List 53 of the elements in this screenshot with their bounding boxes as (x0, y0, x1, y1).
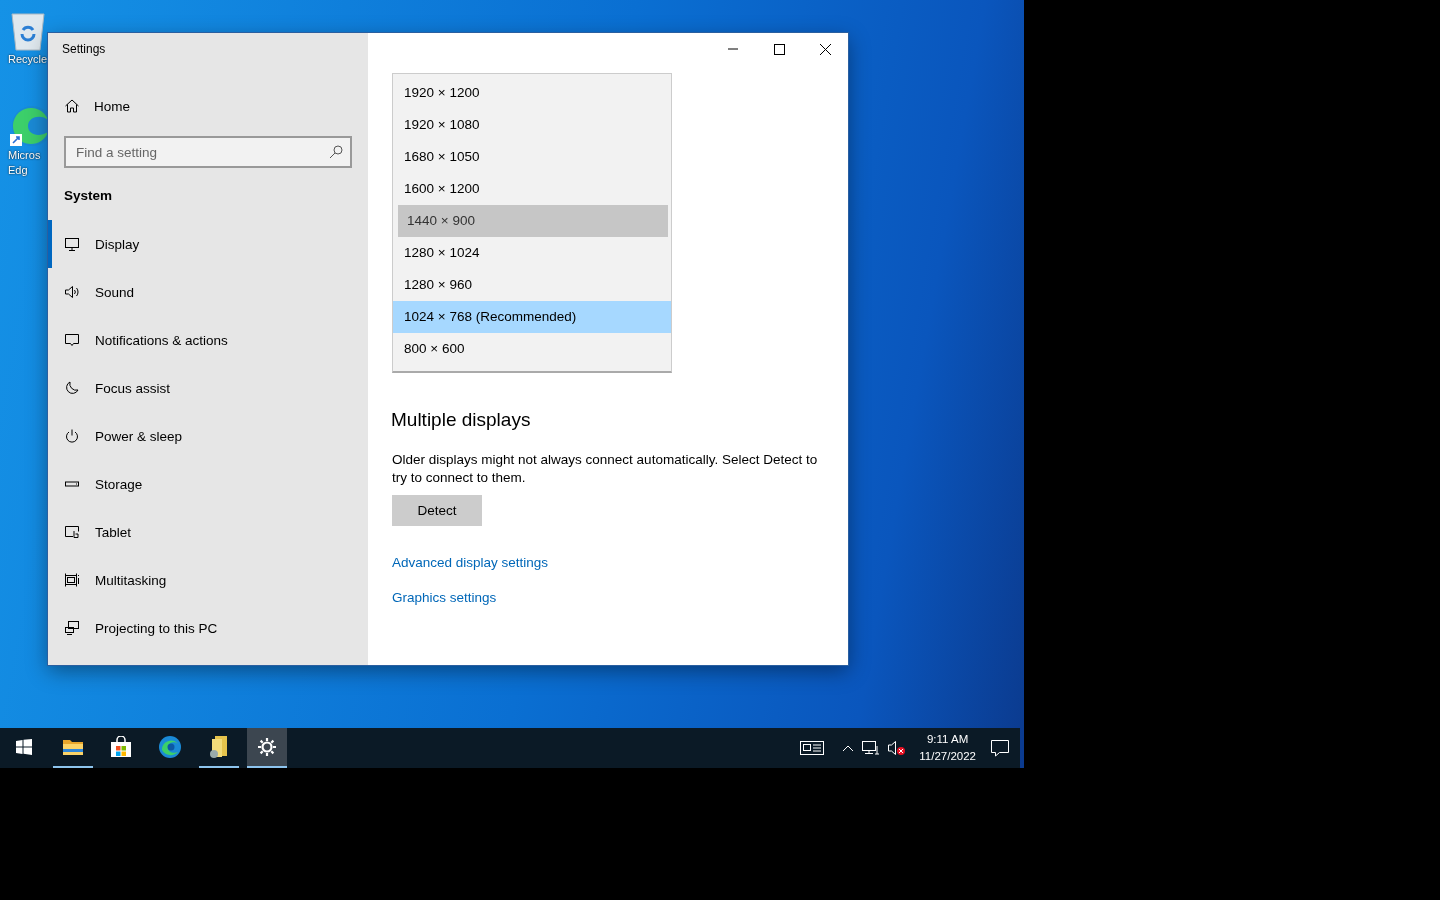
icon-label: Recycle (8, 52, 48, 67)
dropdown-option[interactable]: 1280 × 1024 (393, 237, 671, 269)
edge-browser-icon (158, 735, 182, 759)
shopping-bag-icon (110, 736, 132, 758)
search-field[interactable]: Find a setting (64, 136, 352, 168)
message-icon (64, 332, 80, 348)
nav-item[interactable]: Display (48, 220, 150, 268)
window-title: Settings (61, 41, 107, 58)
taskbar-button[interactable] (247, 728, 287, 768)
detect-button[interactable]: Detect (392, 495, 482, 526)
network-icon (861, 740, 882, 756)
moon-icon (64, 380, 80, 396)
nav-item[interactable]: Storage (48, 460, 153, 508)
nav-item[interactable]: Multitasking (48, 556, 177, 604)
icon-label: Micros (8, 148, 41, 163)
monitor-icon (64, 236, 80, 252)
multitasking-icon (64, 572, 80, 588)
dropdown-option[interactable]: 1680 × 1050 (393, 141, 671, 173)
volume-muted-icon[interactable] (887, 740, 908, 756)
description-text: Older displays might not always connect automatically. Select Detect to try to connect to them. (392, 451, 819, 487)
dropdown-option[interactable]: 800 × 600 (393, 333, 671, 365)
dropdown-option[interactable]: 1920 × 1200 (393, 77, 671, 109)
notification-icon (990, 739, 1010, 757)
windows-logo-icon (16, 739, 32, 755)
clock-date[interactable]: 11/27/2022 (919, 748, 976, 765)
home-link[interactable]: Home (64, 90, 136, 122)
settings-icon (257, 737, 277, 757)
projector-screen-icon (64, 620, 80, 636)
folder-icon (62, 738, 84, 756)
dropdown-option[interactable]: 1440 × 900 (398, 205, 668, 237)
nav-item[interactable]: Notifications & actions (48, 316, 238, 364)
power-icon (64, 428, 80, 444)
section-heading: System (64, 188, 113, 205)
section-heading: Multiple displays (391, 409, 532, 431)
dropdown-option[interactable]: 1920 × 1080 (393, 109, 671, 141)
speaker-icon (64, 284, 80, 300)
nav-item[interactable]: Focus assist (48, 364, 181, 412)
icon-label: Edg (8, 163, 28, 178)
home-icon (64, 98, 80, 114)
dropdown-option[interactable]: 1280 × 960 (393, 269, 671, 301)
news-icon (799, 739, 826, 757)
search-icon (329, 145, 343, 159)
nav-item[interactable]: Sound (48, 268, 145, 316)
settings-link[interactable]: Advanced display settings (392, 555, 549, 570)
nav-item[interactable]: Tablet (48, 508, 142, 556)
nav-item[interactable]: Power & sleep (48, 412, 193, 460)
dropdown-option[interactable]: 1024 × 768 (Recommended) (393, 301, 671, 333)
settings-link[interactable]: Graphics settings (392, 590, 497, 605)
tablet-touch-icon (64, 524, 80, 540)
dropdown-option[interactable]: 1600 × 1200 (393, 173, 671, 205)
document-app-icon (209, 735, 229, 759)
nav-item[interactable]: Projecting to this PC (48, 604, 228, 652)
clock-time[interactable]: 9:11 AM (926, 731, 969, 748)
